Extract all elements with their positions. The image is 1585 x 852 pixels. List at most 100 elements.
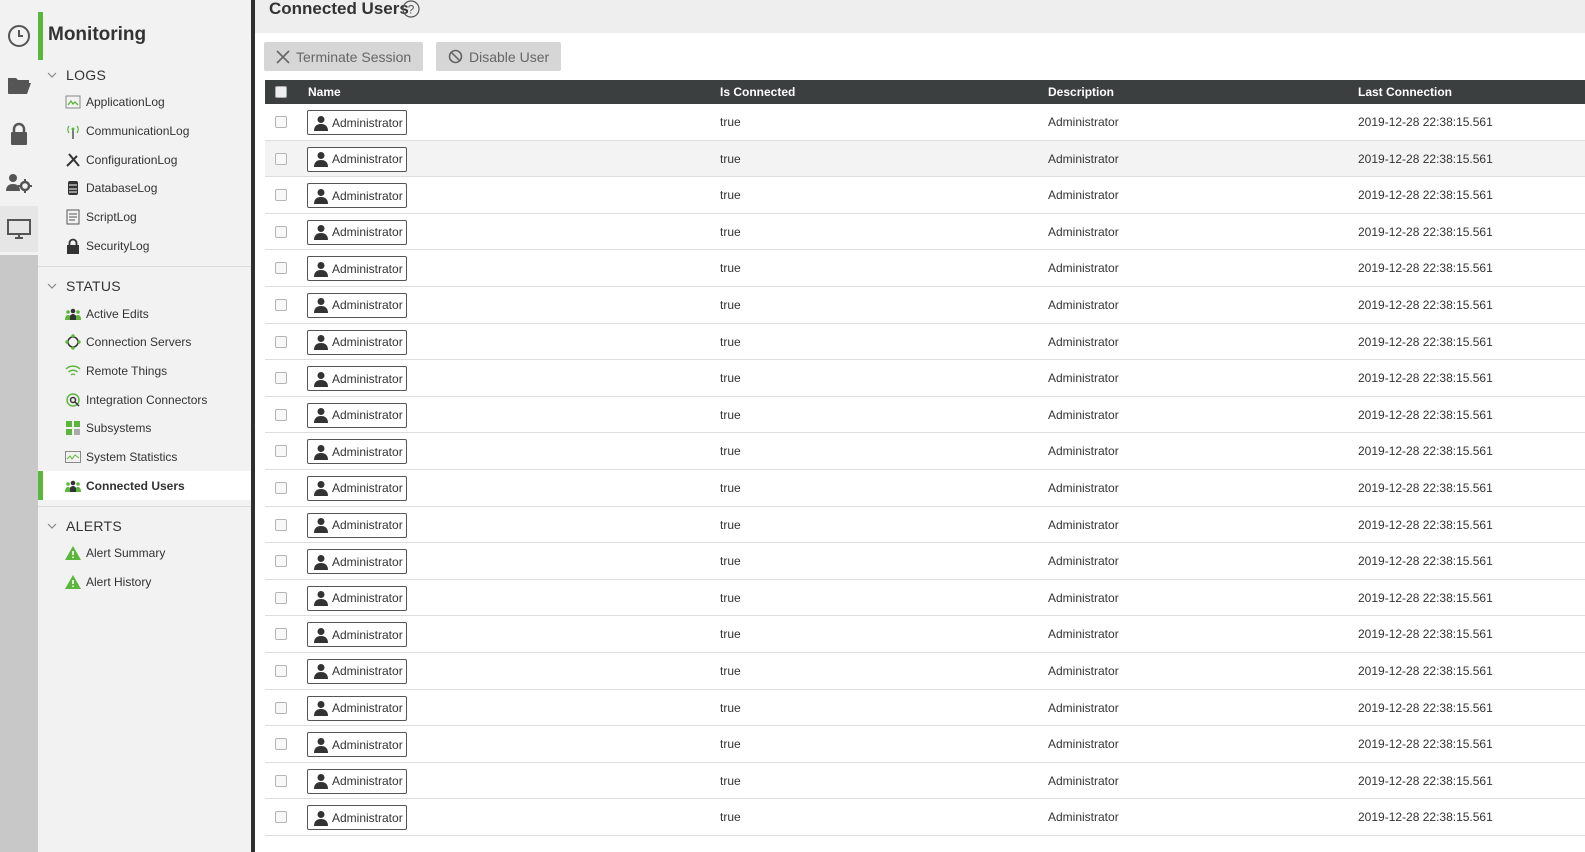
table-row[interactable]: Administrator true Administrator 2019-12-28…	[265, 214, 1585, 251]
user-name-button[interactable]: Administrator	[307, 732, 407, 758]
table-row[interactable]: Administrator true Administrator 2019-12-28…	[265, 433, 1585, 470]
row-checkbox[interactable]	[275, 555, 287, 568]
row-checkbox[interactable]	[275, 408, 287, 421]
user-name: Administrator	[332, 225, 403, 240]
user-name-button[interactable]: Administrator	[307, 146, 407, 172]
column-header-description[interactable]: Description	[1048, 85, 1114, 99]
row-checkbox[interactable]	[275, 591, 287, 604]
table-row[interactable]: Administrator true Administrator 2019-12-28…	[265, 104, 1585, 141]
user-name-button[interactable]: Administrator	[307, 366, 407, 392]
select-all-checkbox[interactable]	[275, 86, 287, 98]
lock-icon[interactable]	[0, 111, 38, 157]
users-gear-icon[interactable]	[0, 160, 38, 206]
table-row[interactable]: Administrator true Administrator 2019-12-28…	[265, 616, 1585, 653]
user-name-button[interactable]: Administrator	[307, 658, 407, 684]
table-row[interactable]: Administrator true Administrator 2019-12-28…	[265, 763, 1585, 800]
row-checkbox[interactable]	[275, 811, 287, 824]
close-icon[interactable]: ×	[228, 0, 237, 6]
main-panel: Connected Users ? Terminate Session Disa…	[255, 0, 1585, 852]
row-checkbox[interactable]	[275, 628, 287, 641]
table-row[interactable]: Administrator true Administrator 2019-12-28…	[265, 726, 1585, 763]
sidebar-item-system-statistics[interactable]: System Statistics	[38, 442, 251, 471]
table-row[interactable]: Administrator true Administrator 2019-12-28…	[265, 177, 1585, 214]
description-cell: Administrator	[1048, 444, 1119, 459]
sidebar-item-subsystems[interactable]: Subsystems	[38, 413, 251, 442]
user-name-button[interactable]: Administrator	[307, 329, 407, 355]
row-checkbox[interactable]	[275, 445, 287, 458]
user-name-button[interactable]: Administrator	[307, 695, 407, 721]
monitor-icon[interactable]	[0, 206, 38, 252]
table-row[interactable]: Administrator true Administrator 2019-12-28…	[265, 360, 1585, 397]
row-checkbox[interactable]	[275, 116, 287, 128]
table-row[interactable]: Administrator true Administrator 2019-12-28…	[265, 507, 1585, 544]
sidebar-item-securitylog[interactable]: SecurityLog	[38, 231, 251, 260]
table-row[interactable]: Administrator true Administrator 2019-12-28…	[265, 580, 1585, 617]
user-name-button[interactable]: Administrator	[307, 805, 407, 831]
disable-user-button[interactable]: Disable User	[436, 42, 561, 71]
terminate-session-button[interactable]: Terminate Session	[264, 42, 423, 71]
sidebar-item-connection-servers[interactable]: Connection Servers	[38, 327, 251, 356]
sidebar-item-integration-connectors[interactable]: Integration Connectors	[38, 385, 251, 414]
user-name-button[interactable]: Administrator	[307, 439, 407, 465]
sidebar-item-alert-history[interactable]: Alert History	[38, 567, 251, 596]
user-name-button[interactable]: Administrator	[307, 475, 407, 501]
user-name-button[interactable]: Administrator	[307, 110, 407, 135]
row-checkbox[interactable]	[275, 189, 287, 202]
help-icon[interactable]: ?	[402, 0, 420, 18]
column-header-is-connected[interactable]: Is Connected	[720, 85, 795, 99]
table-row[interactable]: Administrator true Administrator 2019-12-28…	[265, 324, 1585, 361]
folder-icon[interactable]	[0, 62, 38, 108]
user-name-button[interactable]: Administrator	[307, 512, 407, 538]
user-name-button[interactable]: Administrator	[307, 292, 407, 318]
table-row[interactable]: Administrator true Administrator 2019-12-28…	[265, 250, 1585, 287]
sidebar-item-databaselog[interactable]: DatabaseLog	[38, 173, 251, 202]
sidebar-item-active-edits[interactable]: Active Edits	[38, 299, 251, 328]
row-checkbox[interactable]	[275, 152, 287, 165]
column-header-name[interactable]: Name	[308, 85, 341, 99]
table-row[interactable]: Administrator true Administrator 2019-12-28…	[265, 653, 1585, 690]
table-row[interactable]: Administrator true Administrator 2019-12-28…	[265, 543, 1585, 580]
row-checkbox[interactable]	[275, 335, 287, 348]
user-name-button[interactable]: Administrator	[307, 768, 407, 794]
user-name-button[interactable]: Administrator	[307, 219, 407, 245]
table-row[interactable]: Administrator true Administrator 2019-12-28…	[265, 690, 1585, 727]
user-name-button[interactable]: Administrator	[307, 402, 407, 428]
section-logs-header[interactable]: LOGS	[38, 63, 251, 87]
row-checkbox[interactable]	[275, 518, 287, 531]
sidebar-item-scriptlog[interactable]: ScriptLog	[38, 202, 251, 231]
table-row[interactable]: Administrator true Administrator 2019-12-28…	[265, 470, 1585, 507]
user-name-button[interactable]: Administrator	[307, 549, 407, 575]
user-name: Administrator	[332, 115, 403, 130]
row-checkbox[interactable]	[275, 738, 287, 751]
section-alerts-header[interactable]: ALERTS	[38, 514, 251, 538]
table-row[interactable]: Administrator true Administrator 2019-12-28…	[265, 287, 1585, 324]
row-checkbox[interactable]	[275, 372, 287, 385]
user-name-button[interactable]: Administrator	[307, 183, 407, 209]
clock-icon[interactable]	[0, 13, 38, 59]
user-name-button[interactable]: Administrator	[307, 256, 407, 282]
column-header-last-connection[interactable]: Last Connection	[1358, 85, 1452, 99]
sidebar-item-remote-things[interactable]: Remote Things	[38, 356, 251, 385]
is-connected-cell: true	[720, 480, 741, 495]
table-row[interactable]: Administrator true Administrator 2019-12-28…	[265, 397, 1585, 434]
row-checkbox[interactable]	[275, 664, 287, 677]
user-name: Administrator	[332, 261, 403, 276]
section-status-header[interactable]: STATUS	[38, 274, 251, 298]
row-checkbox[interactable]	[275, 481, 287, 494]
row-checkbox[interactable]	[275, 225, 287, 238]
user-icon	[314, 334, 328, 351]
user-name-button[interactable]: Administrator	[307, 622, 407, 648]
sidebar-item-alert-summary[interactable]: Alert Summary	[38, 538, 251, 567]
table-row[interactable]: Administrator true Administrator 2019-12-28…	[265, 799, 1585, 836]
sidebar-item-connected-users[interactable]: Connected Users	[38, 471, 251, 500]
sidebar-item-applicationlog[interactable]: ApplicationLog	[38, 87, 251, 116]
row-checkbox[interactable]	[275, 262, 287, 275]
row-checkbox[interactable]	[275, 701, 287, 714]
sidebar-item-communicationlog[interactable]: CommunicationLog	[38, 116, 251, 145]
terminate-session-label: Terminate Session	[296, 48, 412, 65]
row-checkbox[interactable]	[275, 298, 287, 311]
user-name-button[interactable]: Administrator	[307, 585, 407, 611]
sidebar-item-configurationlog[interactable]: ConfigurationLog	[38, 145, 251, 174]
row-checkbox[interactable]	[275, 774, 287, 787]
table-row[interactable]: Administrator true Administrator 2019-12-28…	[265, 140, 1585, 178]
